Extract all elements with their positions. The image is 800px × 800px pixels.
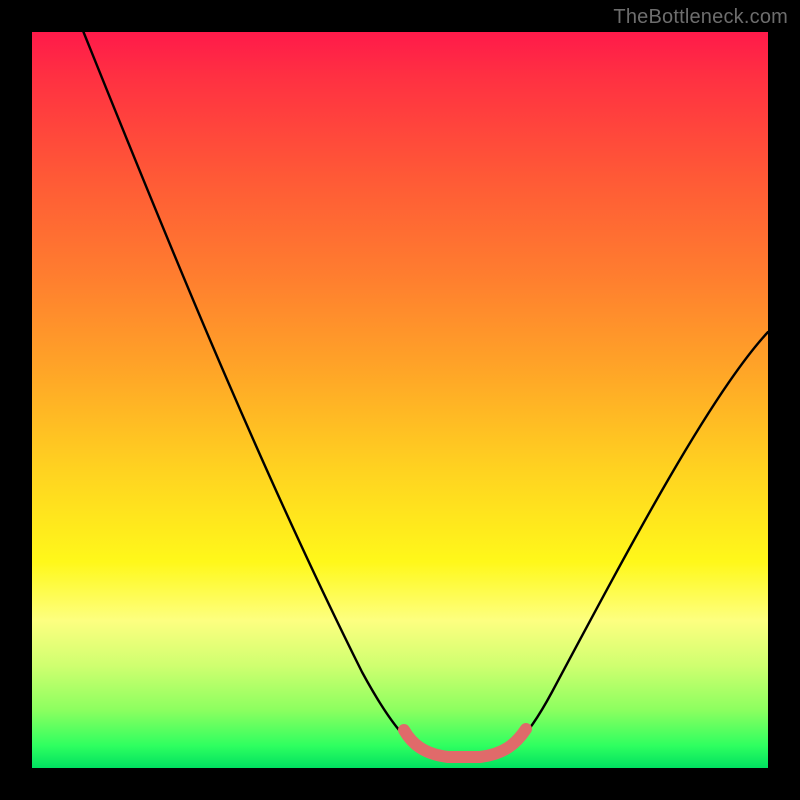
plot-area	[32, 32, 768, 768]
curve-layer	[32, 32, 768, 768]
bottleneck-curve	[84, 32, 769, 759]
chart-frame: TheBottleneck.com	[0, 0, 800, 800]
recommended-range-highlight	[404, 729, 526, 757]
watermark-text: TheBottleneck.com	[613, 6, 788, 29]
